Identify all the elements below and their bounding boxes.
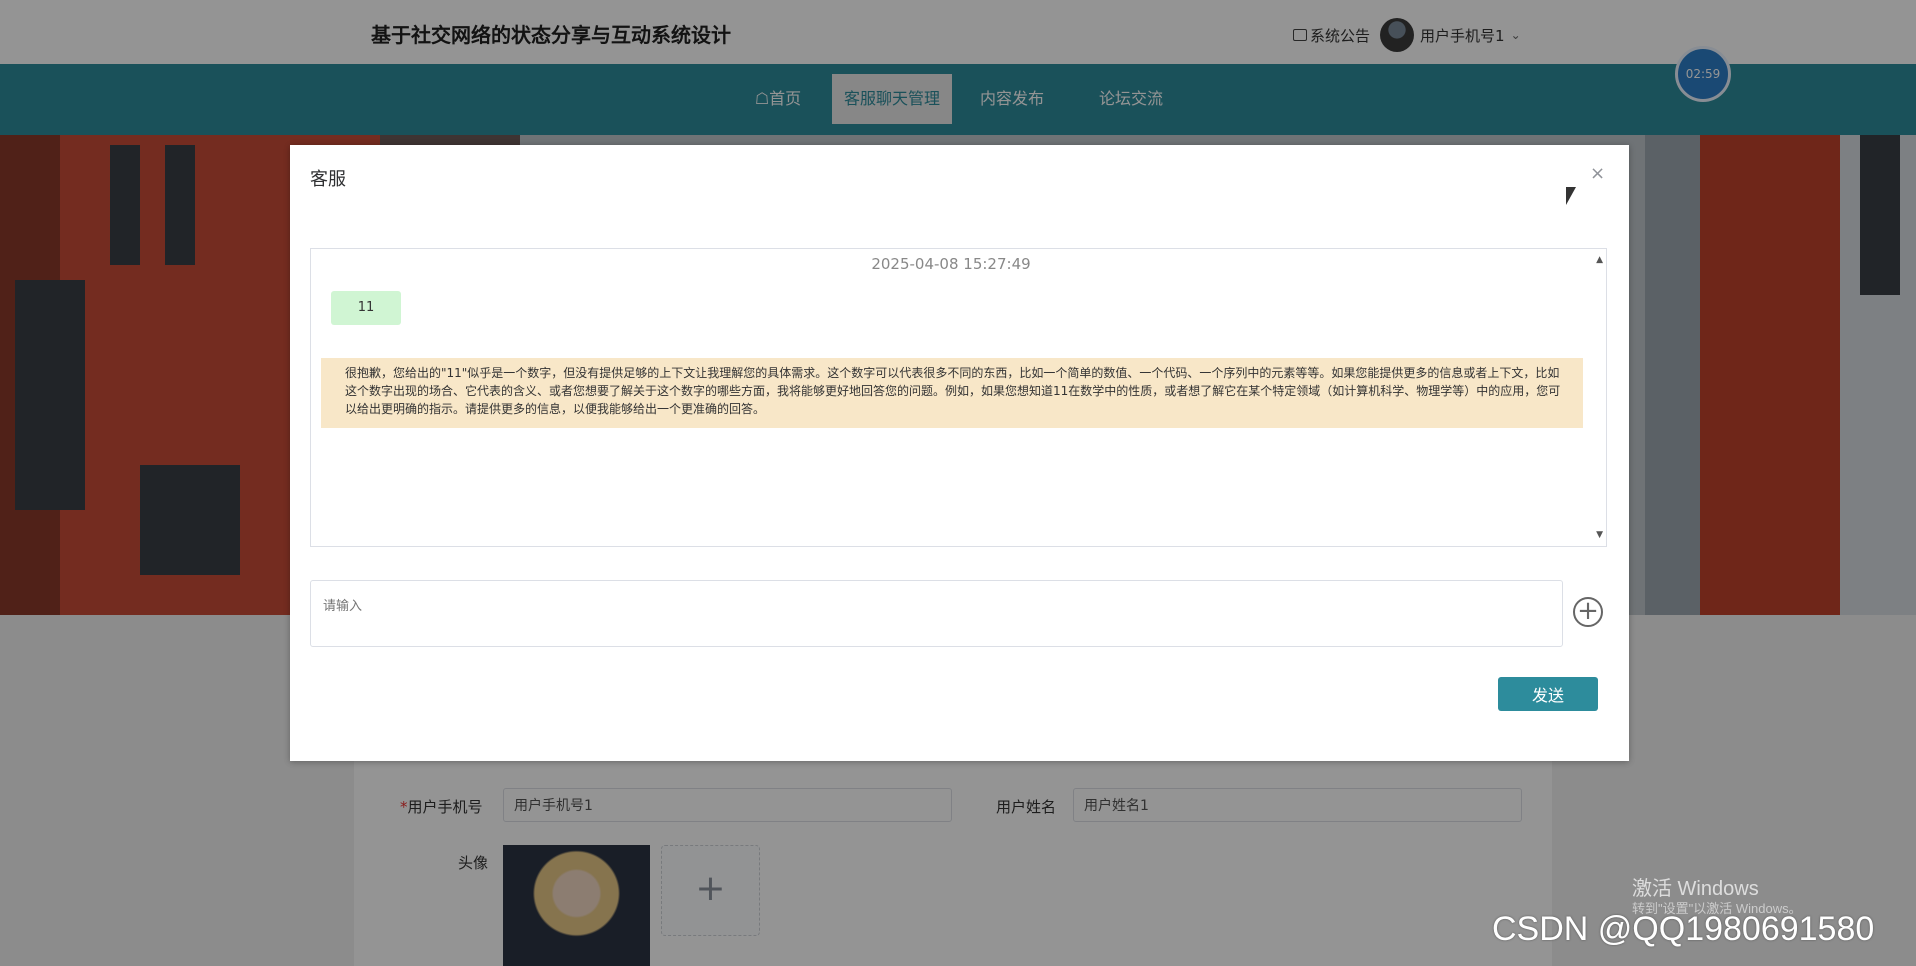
csdn-watermark: CSDN @QQ1980691580 <box>1492 910 1875 948</box>
close-icon[interactable]: × <box>1590 163 1605 184</box>
dialog-title: 客服 <box>310 169 346 190</box>
send-button[interactable]: 发送 <box>1498 677 1598 711</box>
chat-history[interactable]: 2025-04-08 15:27:49 11 很抱歉，您给出的"11"似乎是一个… <box>310 248 1607 547</box>
customer-service-dialog: 客服 × 2025-04-08 15:27:49 11 很抱歉，您给出的"11"… <box>290 145 1629 761</box>
message-timestamp: 2025-04-08 15:27:49 <box>871 255 1031 273</box>
add-attachment-button[interactable]: + <box>1573 597 1603 627</box>
user-message: 11 <box>331 291 401 325</box>
windows-activation-title: 激活 Windows <box>1632 878 1759 900</box>
scroll-down-arrow-icon[interactable]: ▼ <box>1596 530 1603 540</box>
bot-message: 很抱歉，您给出的"11"似乎是一个数字，但没有提供足够的上下文让我理解您的具体需… <box>321 358 1583 428</box>
message-input[interactable] <box>310 580 1563 647</box>
mouse-cursor-icon <box>1566 187 1576 205</box>
scroll-up-arrow-icon[interactable]: ▲ <box>1596 255 1603 265</box>
